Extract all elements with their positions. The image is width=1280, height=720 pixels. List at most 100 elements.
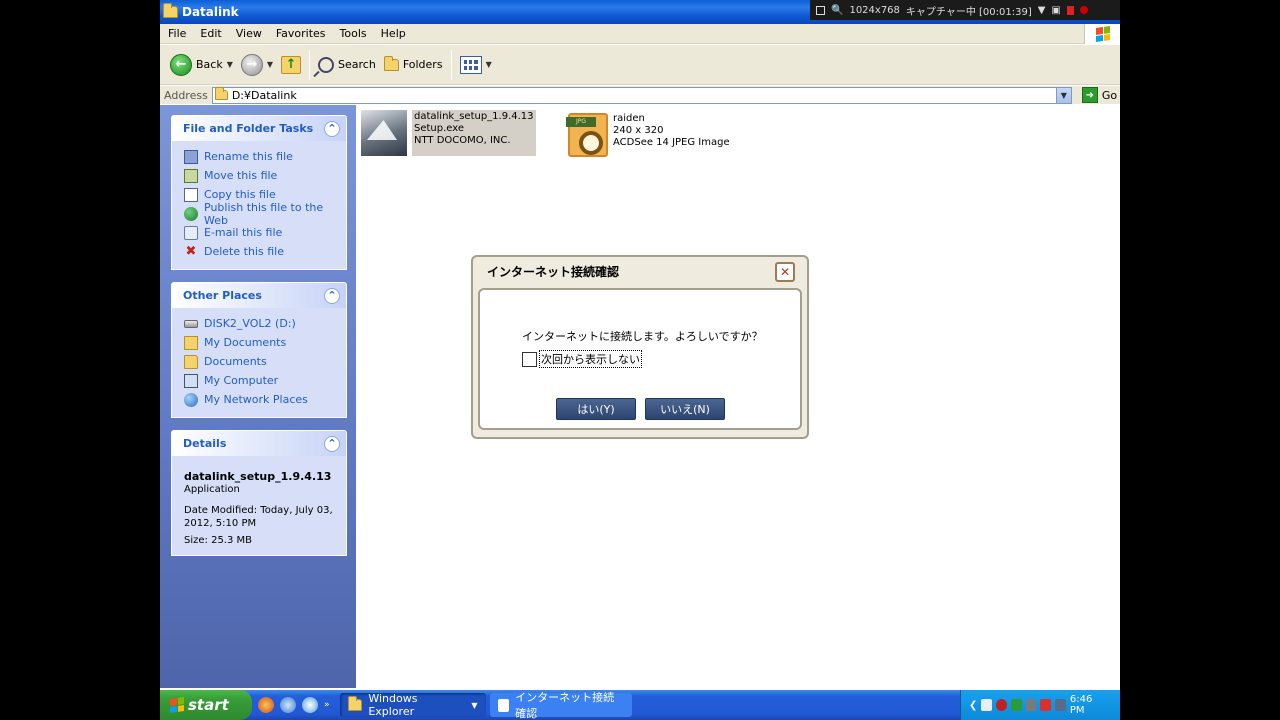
rename-icon (184, 149, 198, 164)
address-bar: Address D:¥Datalink ▼ ➜ Go (160, 86, 1120, 104)
camera-icon[interactable]: ▣ (1051, 5, 1060, 16)
place-documents[interactable]: Documents (184, 352, 336, 371)
dialog-title-bar[interactable]: インターネット接続確認 ✕ (473, 257, 807, 286)
tray-record-icon[interactable] (996, 699, 1007, 711)
folder-icon (163, 3, 178, 18)
file-name: datalink_setup_1.9.4.13 (414, 111, 534, 122)
panel-header[interactable]: Other Places ⌃ (172, 283, 346, 308)
menu-tools[interactable]: Tools (340, 27, 367, 40)
task-pane: File and Folder Tasks ⌃ Rename this file… (160, 105, 356, 688)
other-places-panel: Other Places ⌃ DISK2_VOL2 (D:) My Docume… (171, 282, 347, 418)
file-list: datalink_setup_1.9.4.13 Setup.exe NTT DO… (356, 105, 1120, 688)
tray-app-icon[interactable] (981, 699, 993, 711)
collapse-icon[interactable]: ⌃ (324, 287, 340, 304)
up-button[interactable]: ↑ (277, 49, 305, 81)
address-input[interactable]: D:¥Datalink ▼ (211, 86, 1072, 104)
taskbar-explorer[interactable]: Windows Explorer ▼ (339, 692, 486, 718)
checkbox-box[interactable] (522, 351, 537, 367)
place-my-documents[interactable]: My Documents (184, 333, 336, 352)
search-button[interactable]: Search (314, 49, 380, 81)
task-label: インターネット接続確認 (515, 691, 615, 720)
file-folder-tasks-panel: File and Folder Tasks ⌃ Rename this file… (171, 115, 347, 270)
file-item-setup[interactable]: datalink_setup_1.9.4.13 Setup.exe NTT DO… (361, 110, 536, 156)
go-arrow-icon: ➜ (1081, 87, 1098, 103)
windows-logo-icon (170, 697, 184, 713)
chevron-down-icon[interactable]: ▼ (471, 701, 477, 710)
system-tray: ❮ 6:46 PM (960, 690, 1120, 720)
record-icon[interactable] (1079, 6, 1088, 14)
views-button[interactable]: ▼ (456, 49, 496, 81)
delete-icon: ✖ (185, 243, 197, 259)
browser-icon[interactable] (258, 697, 274, 713)
start-button[interactable]: start (160, 690, 252, 720)
my-documents-icon (184, 335, 198, 350)
place-disk[interactable]: DISK2_VOL2 (D:) (184, 314, 336, 333)
task-label: Rename this file (204, 150, 293, 163)
window-icon[interactable] (816, 5, 825, 15)
screen: Datalink 🔍 1024x768 キャプチャー中 [00:01:39] ▼… (160, 0, 1120, 720)
task-rename[interactable]: Rename this file (184, 147, 336, 166)
chevron-down-icon[interactable]: ▼ (1055, 87, 1071, 103)
media-icon[interactable] (302, 697, 318, 713)
dialog-app-icon (497, 698, 510, 712)
menu-bar: File Edit View Favorites Tools Help (160, 24, 1120, 44)
file-dimensions: 240 x 320 (613, 125, 664, 136)
computer-icon (184, 373, 198, 388)
task-move[interactable]: Move this file (184, 166, 336, 185)
panel-header[interactable]: Details ⌃ (172, 431, 346, 456)
chevron-down-icon[interactable]: ▼ (486, 60, 492, 69)
forward-button[interactable]: → ▼ (237, 49, 277, 81)
chevron-down-icon[interactable]: ▼ (267, 60, 273, 69)
forward-arrow-icon: → (240, 53, 263, 76)
place-network[interactable]: My Network Places (184, 390, 336, 409)
dont-show-again-checkbox[interactable]: 次回から表示しない (522, 350, 642, 368)
taskbar-dialog[interactable]: インターネット接続確認 (489, 691, 632, 720)
yes-button[interactable]: はい(Y) (556, 398, 636, 420)
no-button[interactable]: いいえ(N) (645, 398, 725, 420)
detail-modified: Date Modified: Today, July 03, 2012, 5:1… (184, 505, 333, 529)
close-icon[interactable]: ✕ (775, 261, 795, 282)
collapse-icon[interactable]: ⌃ (324, 435, 340, 452)
menu-edit[interactable]: Edit (200, 27, 221, 40)
chevron-down-icon[interactable]: ▼ (227, 60, 233, 69)
move-icon (184, 168, 198, 183)
collapse-icon[interactable]: ⌃ (324, 120, 340, 137)
dropdown-icon[interactable]: ▼ (1038, 5, 1046, 16)
tray-security-icon[interactable] (1040, 699, 1052, 711)
pause-icon[interactable] (1066, 5, 1074, 15)
application-icon (361, 110, 407, 156)
capture-resolution: 1024x768 (849, 4, 900, 16)
go-button[interactable]: ➜ Go (1081, 87, 1117, 103)
chevron-right-icon[interactable]: » (324, 700, 330, 710)
panel-header[interactable]: File and Folder Tasks ⌃ (172, 116, 346, 141)
drive-icon (184, 319, 198, 328)
panel-title: File and Folder Tasks (183, 122, 314, 135)
tray-device-icon[interactable] (1055, 699, 1066, 711)
windows-logo-icon (1084, 24, 1120, 44)
tray-volume-icon[interactable] (1025, 699, 1037, 711)
tray-network-icon[interactable] (1010, 699, 1022, 711)
task-publish[interactable]: Publish this file to the Web (184, 201, 336, 227)
place-my-computer[interactable]: My Computer (184, 371, 336, 390)
dialog-body: インターネットに接続します。よろしいですか？ 次回から表示しない はい(Y) い… (478, 288, 802, 430)
folders-button[interactable]: Folders (380, 49, 447, 81)
search-icon[interactable]: 🔍 (831, 5, 843, 16)
file-name-ext: Setup.exe (414, 123, 465, 134)
desktop-icon[interactable] (280, 697, 296, 713)
back-button[interactable]: ← Back ▼ (166, 49, 237, 81)
folder-icon (214, 87, 228, 100)
search-icon (318, 56, 335, 73)
folder-icon (347, 696, 363, 711)
place-label: My Computer (204, 374, 279, 387)
task-delete[interactable]: ✖ Delete this file (184, 242, 336, 261)
file-item-raiden[interactable]: JPG raiden 240 x 320 ACDSee 14 JPEG Imag… (566, 113, 730, 157)
menu-file[interactable]: File (168, 27, 186, 40)
menu-help[interactable]: Help (381, 27, 406, 40)
task-label: Publish this file to the Web (204, 200, 324, 227)
clock: 6:46 PM (1069, 694, 1093, 716)
chevron-left-icon[interactable]: ❮ (969, 700, 977, 711)
menu-view[interactable]: View (236, 27, 262, 40)
capture-status: キャプチャー中 [00:01:39] (905, 6, 1032, 18)
menu-favorites[interactable]: Favorites (276, 27, 326, 40)
place-label: My Network Places (204, 393, 308, 406)
